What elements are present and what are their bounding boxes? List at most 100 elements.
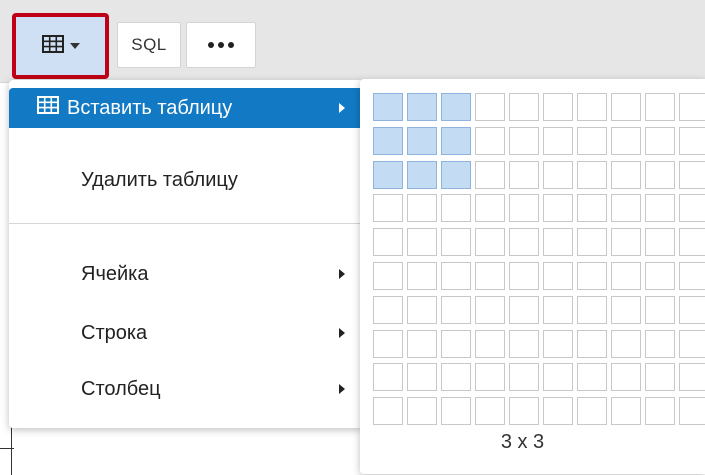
grid-cell[interactable] [475, 262, 505, 290]
grid-cell[interactable] [577, 228, 607, 256]
grid-cell[interactable] [407, 194, 437, 222]
grid-cell[interactable] [543, 262, 573, 290]
grid-cell[interactable] [441, 363, 471, 391]
grid-cell[interactable] [645, 161, 675, 189]
grid-cell[interactable] [679, 296, 705, 324]
grid-cell[interactable] [475, 397, 505, 425]
grid-cell[interactable] [475, 161, 505, 189]
grid-cell[interactable] [475, 194, 505, 222]
grid-cell[interactable] [509, 363, 539, 391]
grid-cell[interactable] [611, 262, 641, 290]
grid-cell[interactable] [577, 262, 607, 290]
grid-cell[interactable] [543, 397, 573, 425]
grid-cell[interactable] [577, 296, 607, 324]
grid-cell[interactable] [577, 194, 607, 222]
grid-cell[interactable] [441, 161, 471, 189]
grid-cell[interactable] [441, 228, 471, 256]
grid-cell[interactable] [441, 296, 471, 324]
grid-cell[interactable] [679, 93, 705, 121]
grid-cell[interactable] [509, 262, 539, 290]
grid-cell[interactable] [611, 363, 641, 391]
grid-cell[interactable] [543, 194, 573, 222]
grid-cell[interactable] [611, 330, 641, 358]
grid-cell[interactable] [509, 296, 539, 324]
menu-item-insert-table[interactable]: Вставить таблицу [9, 88, 363, 128]
grid-cell[interactable] [577, 363, 607, 391]
grid-cell[interactable] [543, 330, 573, 358]
grid-cell[interactable] [577, 161, 607, 189]
grid-cell[interactable] [407, 262, 437, 290]
grid-cell[interactable] [543, 93, 573, 121]
grid-cell[interactable] [577, 397, 607, 425]
grid-cell[interactable] [645, 262, 675, 290]
grid-cell[interactable] [509, 397, 539, 425]
table-menu-button[interactable] [12, 13, 109, 79]
grid-cell[interactable] [645, 363, 675, 391]
grid-cell[interactable] [373, 262, 403, 290]
grid-cell[interactable] [509, 127, 539, 155]
grid-cell[interactable] [611, 228, 641, 256]
grid-cell[interactable] [611, 296, 641, 324]
grid-cell[interactable] [577, 127, 607, 155]
grid-cell[interactable] [475, 296, 505, 324]
grid-cell[interactable] [407, 93, 437, 121]
grid-cell[interactable] [373, 93, 403, 121]
grid-cell[interactable] [475, 228, 505, 256]
grid-cell[interactable] [679, 127, 705, 155]
grid-cell[interactable] [373, 127, 403, 155]
grid-cell[interactable] [611, 127, 641, 155]
grid-cell[interactable] [509, 93, 539, 121]
grid-cell[interactable] [441, 397, 471, 425]
grid-cell[interactable] [373, 296, 403, 324]
grid-cell[interactable] [543, 363, 573, 391]
grid-cell[interactable] [373, 194, 403, 222]
grid-cell[interactable] [407, 228, 437, 256]
grid-cell[interactable] [441, 93, 471, 121]
grid-cell[interactable] [475, 330, 505, 358]
grid-cell[interactable] [509, 194, 539, 222]
grid-cell[interactable] [577, 330, 607, 358]
grid-cell[interactable] [679, 397, 705, 425]
grid-cell[interactable] [645, 397, 675, 425]
grid-cell[interactable] [679, 161, 705, 189]
grid-cell[interactable] [645, 228, 675, 256]
more-button[interactable] [186, 22, 256, 68]
grid-cell[interactable] [407, 397, 437, 425]
grid-cell[interactable] [543, 296, 573, 324]
grid-cell[interactable] [373, 363, 403, 391]
grid-cell[interactable] [645, 93, 675, 121]
menu-item-row[interactable]: Строка [9, 313, 363, 353]
grid-cell[interactable] [679, 363, 705, 391]
grid-cell[interactable] [441, 330, 471, 358]
grid-cell[interactable] [679, 194, 705, 222]
grid-cell[interactable] [441, 194, 471, 222]
grid-cell[interactable] [373, 330, 403, 358]
menu-item-column[interactable]: Столбец [9, 369, 363, 409]
grid-cell[interactable] [543, 228, 573, 256]
grid-cell[interactable] [679, 262, 705, 290]
grid-cell[interactable] [475, 127, 505, 155]
grid-cell[interactable] [407, 127, 437, 155]
grid-cell[interactable] [679, 330, 705, 358]
grid-cell[interactable] [543, 161, 573, 189]
grid-cell[interactable] [645, 296, 675, 324]
grid-cell[interactable] [645, 127, 675, 155]
menu-item-cell[interactable]: Ячейка [9, 254, 363, 294]
grid-cell[interactable] [611, 93, 641, 121]
grid-cell[interactable] [611, 397, 641, 425]
grid-cell[interactable] [577, 93, 607, 121]
grid-cell[interactable] [509, 228, 539, 256]
grid-cell[interactable] [509, 161, 539, 189]
grid-cell[interactable] [645, 330, 675, 358]
grid-cell[interactable] [475, 93, 505, 121]
grid-cell[interactable] [611, 194, 641, 222]
menu-item-delete-table[interactable]: Удалить таблицу [9, 160, 363, 200]
grid-cell[interactable] [441, 262, 471, 290]
grid-cell[interactable] [441, 127, 471, 155]
sql-button[interactable]: SQL [117, 22, 181, 68]
grid-cell[interactable] [407, 330, 437, 358]
grid-cell[interactable] [475, 363, 505, 391]
grid-cell[interactable] [407, 296, 437, 324]
grid-cell[interactable] [509, 330, 539, 358]
grid-cell[interactable] [373, 397, 403, 425]
